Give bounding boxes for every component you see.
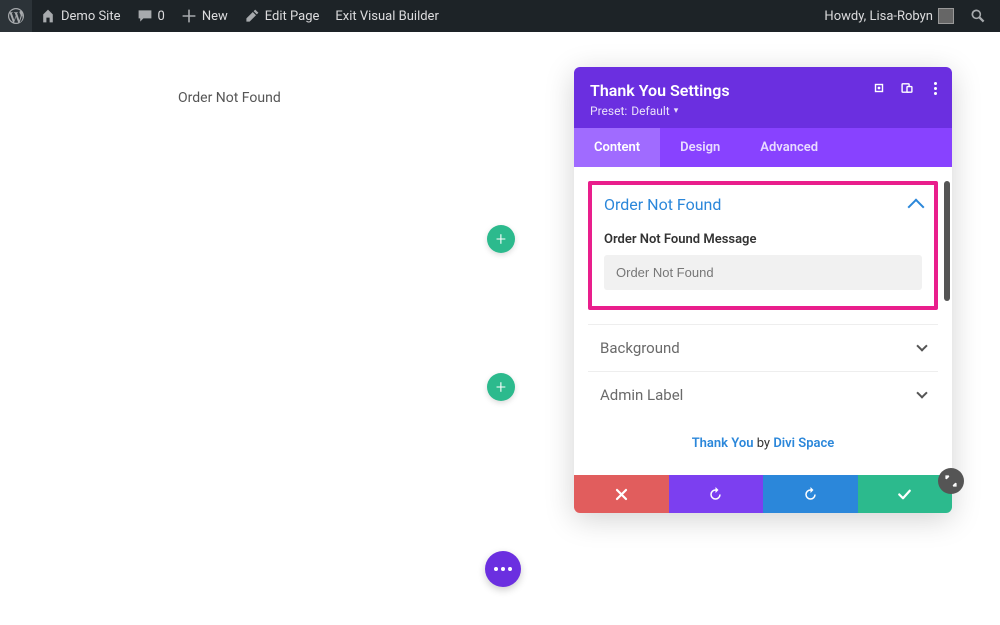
caret-down-icon: ▾ — [674, 106, 679, 116]
dots-vertical-icon — [934, 82, 937, 95]
plus-icon — [181, 8, 197, 24]
edit-page-menu[interactable]: Edit Page — [236, 0, 328, 32]
settings-panel: Thank You Settings Preset: Default ▾ Con… — [574, 67, 952, 513]
page-settings-button[interactable] — [485, 551, 521, 587]
section-toggle-background[interactable]: Background — [588, 324, 938, 371]
credit-product-link[interactable]: Thank You — [692, 436, 754, 451]
wp-adminbar: Demo Site 0 New Edit Page Exit Visual Bu… — [0, 0, 1000, 32]
chevron-up-icon — [908, 198, 925, 215]
section-toggle-admin-label[interactable]: Admin Label — [588, 371, 938, 418]
site-name-menu[interactable]: Demo Site — [32, 0, 129, 32]
comments-count: 0 — [158, 9, 165, 24]
howdy-menu[interactable]: Howdy, Lisa-Robyn — [816, 0, 962, 32]
comments-menu[interactable]: 0 — [129, 0, 173, 32]
edit-page-label: Edit Page — [265, 9, 320, 24]
tab-content[interactable]: Content — [574, 128, 660, 167]
close-icon — [614, 487, 629, 502]
add-section-button[interactable]: + — [487, 373, 515, 401]
exit-vb-label: Exit Visual Builder — [335, 9, 438, 24]
howdy-label: Howdy, Lisa-Robyn — [824, 9, 933, 24]
section-title: Admin Label — [600, 386, 683, 404]
check-icon — [897, 487, 912, 502]
section-title: Background — [600, 339, 680, 357]
devices-icon[interactable] — [900, 81, 914, 95]
redo-button[interactable] — [763, 475, 858, 513]
new-label: New — [202, 9, 228, 24]
tab-advanced[interactable]: Advanced — [740, 128, 838, 167]
cancel-button[interactable] — [574, 475, 669, 513]
preset-dropdown[interactable]: Preset: Default ▾ — [590, 104, 936, 118]
chevron-down-icon — [916, 387, 927, 398]
panel-tabs: Content Design Advanced — [574, 128, 952, 167]
chevron-down-icon — [916, 340, 927, 351]
search-icon — [970, 8, 986, 24]
wordpress-icon — [8, 8, 24, 24]
add-row-button[interactable]: + — [487, 225, 515, 253]
field-label: Order Not Found Message — [604, 232, 922, 247]
home-icon — [40, 8, 56, 24]
order-not-found-message-input[interactable] — [604, 255, 922, 290]
pencil-icon — [244, 8, 260, 24]
panel-scrollbar[interactable] — [944, 181, 950, 301]
panel-header: Thank You Settings Preset: Default ▾ — [574, 67, 952, 128]
section-toggle-order-not-found[interactable]: Order Not Found — [604, 195, 922, 214]
resize-icon — [944, 474, 958, 488]
search-toggle[interactable] — [962, 0, 994, 32]
tab-design[interactable]: Design — [660, 128, 740, 167]
more-options-button[interactable] — [928, 81, 942, 95]
site-name-label: Demo Site — [61, 9, 121, 24]
panel-resize-handle[interactable] — [938, 468, 964, 494]
new-menu[interactable]: New — [173, 0, 236, 32]
comment-icon — [137, 8, 153, 24]
redo-icon — [803, 487, 818, 502]
credit-author-link[interactable]: Divi Space — [773, 436, 834, 451]
undo-icon — [708, 487, 723, 502]
section-title: Order Not Found — [604, 195, 721, 214]
help-icon[interactable] — [872, 81, 886, 95]
credit-line: Thank You by Divi Space — [588, 418, 938, 471]
order-not-found-text: Order Not Found — [178, 90, 281, 106]
exit-visual-builder[interactable]: Exit Visual Builder — [327, 0, 446, 32]
avatar — [938, 8, 954, 24]
wp-logo-menu[interactable] — [0, 0, 32, 32]
panel-footer — [574, 475, 952, 513]
undo-button[interactable] — [669, 475, 764, 513]
order-not-found-section: Order Not Found Order Not Found Message — [588, 181, 938, 310]
